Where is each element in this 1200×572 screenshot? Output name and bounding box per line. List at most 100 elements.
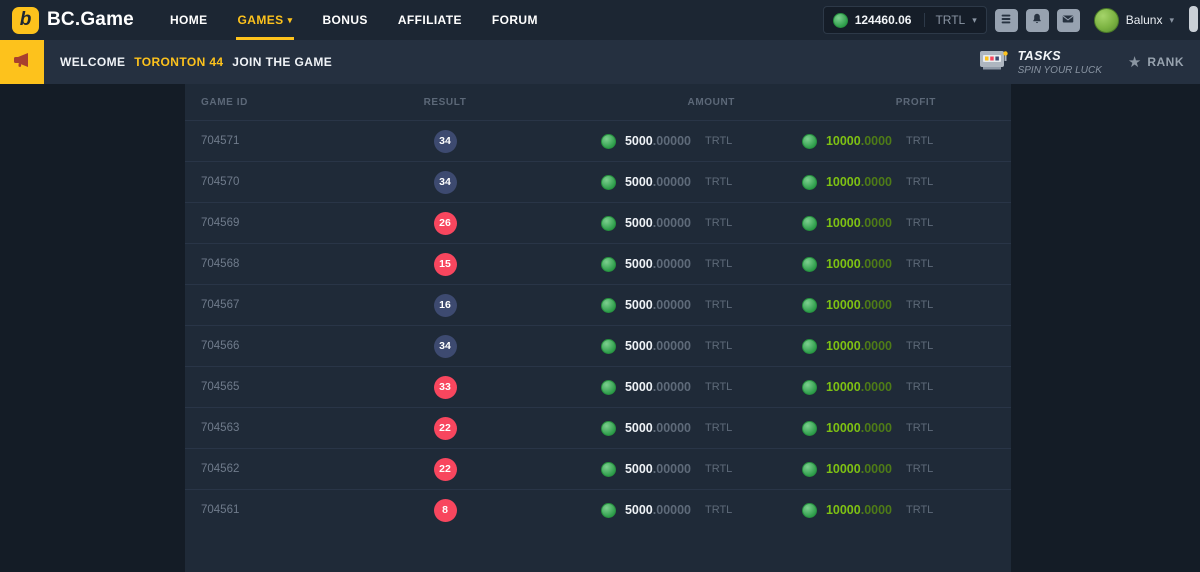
amount-decimals: .00000 bbox=[653, 503, 691, 517]
table-row[interactable]: 704568 15 5000 .00000 TRTL 10000 .0000 T… bbox=[185, 243, 1011, 284]
table-body: 704571 34 5000 .00000 TRTL 10000 .0000 T… bbox=[185, 120, 1011, 530]
chevron-down-icon: ▾ bbox=[288, 16, 293, 25]
profit-cell: 10000 .0000 TRTL bbox=[765, 134, 1011, 149]
nav-label: FORUM bbox=[492, 13, 538, 27]
currency-label: TRTL bbox=[906, 340, 936, 352]
amount-value: 5000 bbox=[625, 421, 653, 435]
amount-decimals: .00000 bbox=[653, 380, 691, 394]
profit-cell: 10000 .0000 TRTL bbox=[765, 339, 1011, 354]
nav-item-games[interactable]: GAMES ▾ bbox=[238, 0, 293, 40]
table-row[interactable]: 704565 33 5000 .00000 TRTL 10000 .0000 T… bbox=[185, 366, 1011, 407]
brand-title[interactable]: BC.Game bbox=[47, 9, 134, 31]
result-cell: 16 bbox=[365, 294, 525, 317]
trtl-coin-icon bbox=[601, 421, 616, 436]
amount-cell: 5000 .00000 TRTL bbox=[525, 134, 765, 149]
tasks-widget[interactable]: TASKS SPIN YOUR LUCK bbox=[979, 47, 1102, 78]
trtl-coin-icon bbox=[802, 134, 817, 149]
currency-label: TRTL bbox=[705, 504, 735, 516]
username: Balunx bbox=[1126, 13, 1163, 27]
table-row[interactable]: 704571 34 5000 .00000 TRTL 10000 .0000 T… bbox=[185, 120, 1011, 161]
profit-cell: 10000 .0000 TRTL bbox=[765, 175, 1011, 190]
trtl-coin-icon bbox=[802, 175, 817, 190]
notifications-button[interactable] bbox=[1026, 9, 1049, 32]
megaphone-icon bbox=[12, 50, 32, 75]
balance-dropdown[interactable]: 124460.06 TRTL ▾ bbox=[823, 6, 987, 34]
nav-item-bonus[interactable]: BONUS bbox=[322, 0, 367, 40]
col-header-game-id: GAME ID bbox=[185, 97, 365, 108]
table-row[interactable]: 704561 8 5000 .00000 TRTL 10000 .0000 TR… bbox=[185, 489, 1011, 530]
profit-value: 10000 bbox=[826, 503, 861, 517]
trtl-coin-icon bbox=[802, 339, 817, 354]
currency-label: TRTL bbox=[906, 176, 936, 188]
trtl-coin-icon bbox=[601, 298, 616, 313]
bcgame-logo-icon[interactable]: b bbox=[12, 7, 39, 34]
result-cell: 15 bbox=[365, 253, 525, 276]
amount-value: 5000 bbox=[625, 298, 653, 312]
nav-item-affiliate[interactable]: AFFILIATE bbox=[398, 0, 462, 40]
result-badge: 8 bbox=[434, 499, 457, 522]
result-badge: 34 bbox=[434, 335, 457, 358]
welcome-message: WELCOME TORONTON 44 JOIN THE GAME bbox=[60, 55, 332, 69]
trtl-coin-icon bbox=[802, 298, 817, 313]
table-row[interactable]: 704563 22 5000 .00000 TRTL 10000 .0000 T… bbox=[185, 407, 1011, 448]
nav-item-home[interactable]: HOME bbox=[170, 0, 208, 40]
welcome-suffix: JOIN THE GAME bbox=[232, 55, 332, 69]
bets-table: GAME ID RESULT AMOUNT PROFIT 704571 34 5… bbox=[185, 84, 1011, 572]
profit-value: 10000 bbox=[826, 257, 861, 271]
currency-label: TRTL bbox=[705, 176, 735, 188]
result-cell: 34 bbox=[365, 171, 525, 194]
currency-label: TRTL bbox=[906, 217, 936, 229]
profit-value: 10000 bbox=[826, 339, 861, 353]
profit-decimals: .0000 bbox=[861, 380, 892, 394]
table-row[interactable]: 704566 34 5000 .00000 TRTL 10000 .0000 T… bbox=[185, 325, 1011, 366]
currency-label: TRTL bbox=[906, 422, 936, 434]
amount-cell: 5000 .00000 TRTL bbox=[525, 462, 765, 477]
wallet-button[interactable] bbox=[995, 9, 1018, 32]
table-row[interactable]: 704569 26 5000 .00000 TRTL 10000 .0000 T… bbox=[185, 202, 1011, 243]
welcome-bar: WELCOME TORONTON 44 JOIN THE GAME TASKS … bbox=[0, 40, 1200, 84]
amount-cell: 5000 .00000 TRTL bbox=[525, 380, 765, 395]
table-row[interactable]: 704567 16 5000 .00000 TRTL 10000 .0000 T… bbox=[185, 284, 1011, 325]
amount-decimals: .00000 bbox=[653, 421, 691, 435]
wallet-stack-icon bbox=[999, 12, 1013, 29]
tasks-text: TASKS SPIN YOUR LUCK bbox=[1018, 49, 1102, 76]
amount-value: 5000 bbox=[625, 134, 653, 148]
table-row[interactable]: 704562 22 5000 .00000 TRTL 10000 .0000 T… bbox=[185, 448, 1011, 489]
amount-decimals: .00000 bbox=[653, 298, 691, 312]
user-menu[interactable]: Balunx ▾ bbox=[1094, 8, 1174, 33]
amount-decimals: .00000 bbox=[653, 339, 691, 353]
amount-value: 5000 bbox=[625, 175, 653, 189]
profit-cell: 10000 .0000 TRTL bbox=[765, 216, 1011, 231]
trtl-coin-icon bbox=[833, 13, 848, 28]
result-cell: 8 bbox=[365, 499, 525, 522]
profit-cell: 10000 .0000 TRTL bbox=[765, 298, 1011, 313]
amount-cell: 5000 .00000 TRTL bbox=[525, 503, 765, 518]
scrollbar[interactable] bbox=[1189, 6, 1198, 32]
nav-item-forum[interactable]: FORUM bbox=[492, 0, 538, 40]
trtl-coin-icon bbox=[802, 462, 817, 477]
currency-label: TRTL bbox=[705, 340, 735, 352]
currency-label: TRTL bbox=[906, 463, 936, 475]
game-id: 704569 bbox=[185, 217, 365, 229]
currency-label: TRTL bbox=[906, 258, 936, 270]
table-row[interactable]: 704570 34 5000 .00000 TRTL 10000 .0000 T… bbox=[185, 161, 1011, 202]
main-nav: HOME GAMES ▾ BONUS AFFILIATE FORUM bbox=[170, 0, 538, 40]
result-cell: 33 bbox=[365, 376, 525, 399]
result-badge: 15 bbox=[434, 253, 457, 276]
profit-cell: 10000 .0000 TRTL bbox=[765, 380, 1011, 395]
balance-currency: TRTL bbox=[924, 13, 965, 27]
trtl-coin-icon bbox=[802, 503, 817, 518]
navbar-right-cluster: 124460.06 TRTL ▾ Balunx ▾ bbox=[823, 6, 1200, 34]
profit-value: 10000 bbox=[826, 421, 861, 435]
messages-button[interactable] bbox=[1057, 9, 1080, 32]
welcome-username: TORONTON 44 bbox=[134, 55, 223, 69]
nav-label: HOME bbox=[170, 13, 208, 27]
result-badge: 22 bbox=[434, 458, 457, 481]
result-cell: 34 bbox=[365, 335, 525, 358]
rank-widget[interactable]: ★ RANK bbox=[1128, 53, 1188, 71]
envelope-icon bbox=[1061, 12, 1075, 29]
game-id: 704561 bbox=[185, 504, 365, 516]
profit-value: 10000 bbox=[826, 298, 861, 312]
currency-label: TRTL bbox=[705, 258, 735, 270]
profit-decimals: .0000 bbox=[861, 134, 892, 148]
